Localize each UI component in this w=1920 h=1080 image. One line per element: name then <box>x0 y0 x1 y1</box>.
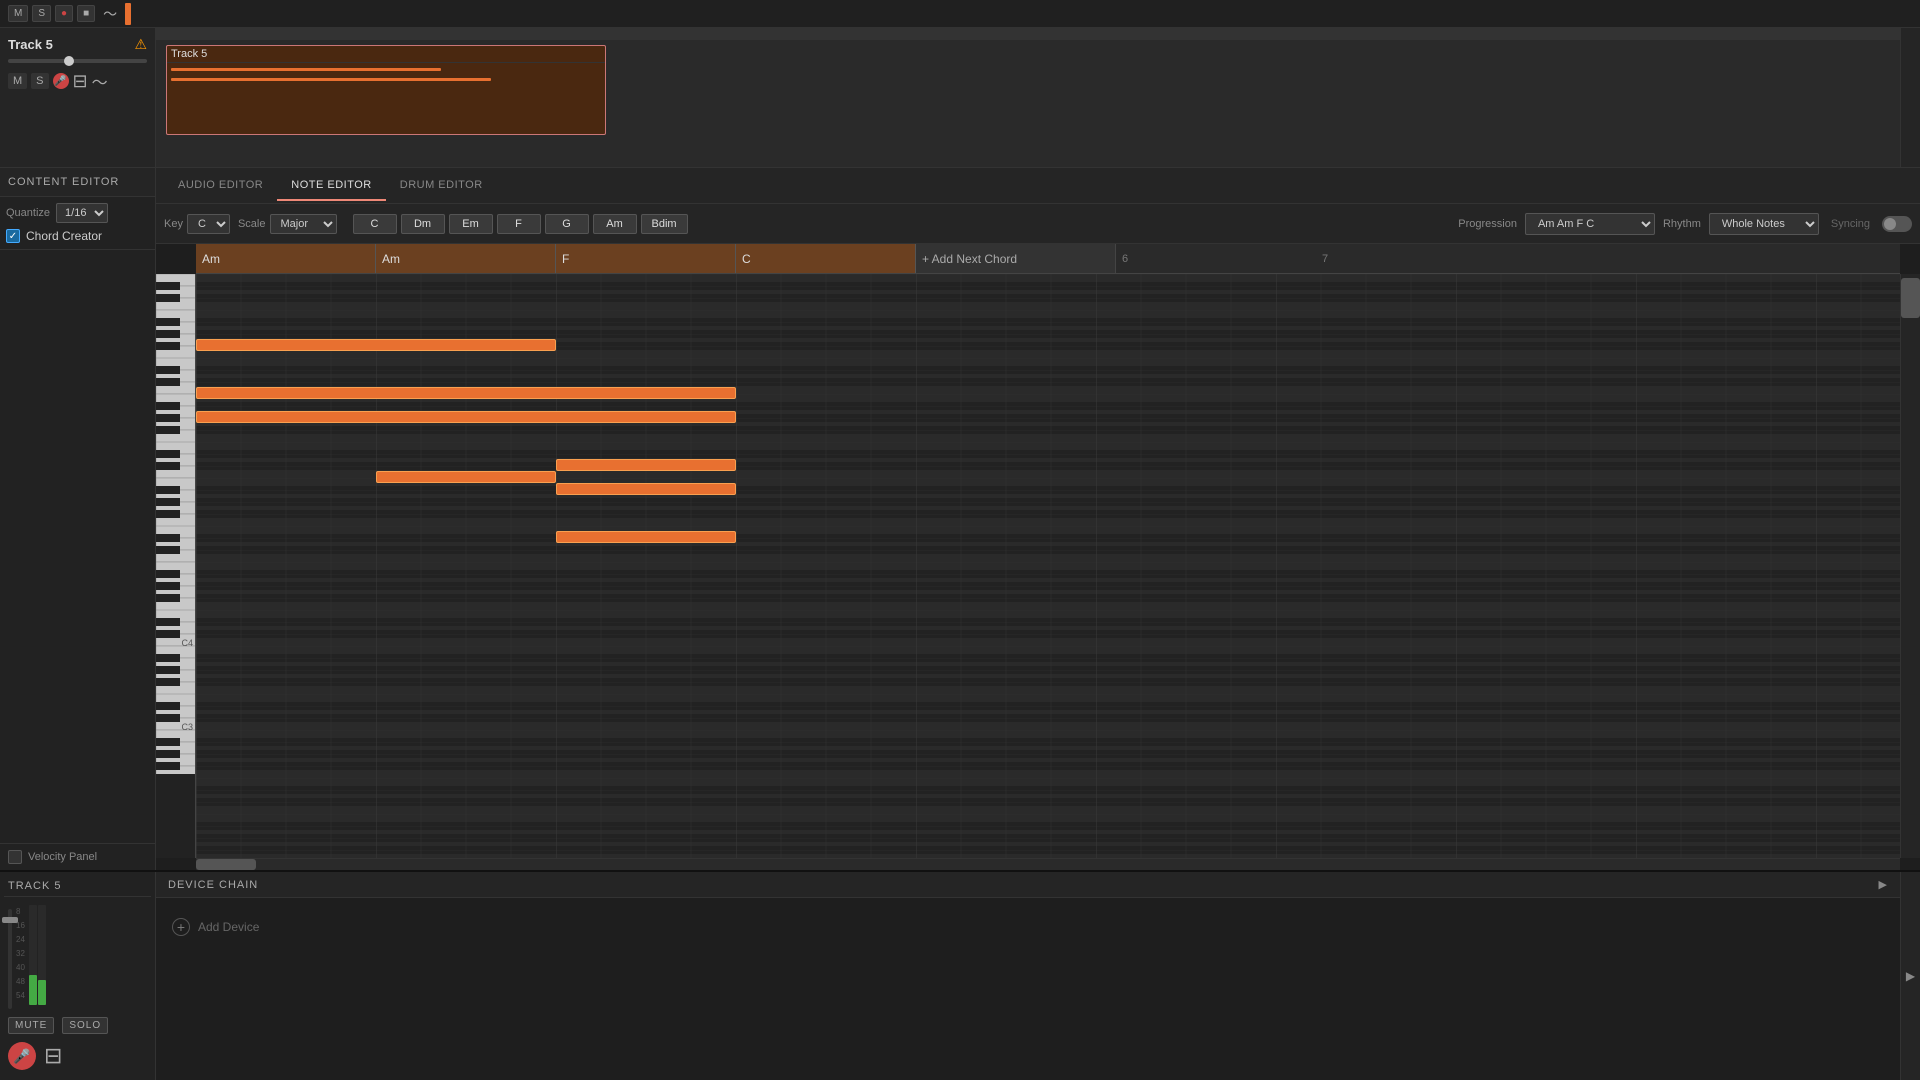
progression-label: Progression <box>1458 218 1517 230</box>
key-select[interactable]: CDEFGAB <box>187 214 230 234</box>
track-mic-icon: 🎤 <box>53 73 69 89</box>
device-chain-title: DEVICE CHAIN <box>168 879 258 891</box>
chord-block-c[interactable]: C <box>736 244 916 273</box>
track-eq-icon: ⊟ <box>73 71 88 92</box>
track-clip-label: Track 5 <box>167 46 605 63</box>
content-editor-header: CONTENT EDITOR <box>0 168 155 197</box>
s-button[interactable]: S <box>32 5 51 22</box>
piano-roll-hscroll[interactable] <box>196 858 1900 870</box>
track-volume-slider[interactable] <box>8 59 147 63</box>
track-clip[interactable]: Track 5 <box>166 45 606 135</box>
mute-button[interactable]: MUTE <box>8 1017 54 1034</box>
note-c-c3[interactable] <box>556 531 736 543</box>
quantize-select[interactable]: 1/16 1/8 1/4 <box>56 203 108 223</box>
key-label: Key <box>164 218 183 230</box>
grid-bg <box>196 274 1900 858</box>
chord-btn-g[interactable]: G <box>545 214 589 234</box>
eq-icon-large: ⊟ <box>44 1043 62 1069</box>
syncing-label: Syncing <box>1831 218 1870 230</box>
device-chain-expand[interactable]: ▶ <box>1879 878 1888 891</box>
device-chain-scroll-right[interactable]: ▶ <box>1900 872 1920 1080</box>
solo-button[interactable]: SOLO <box>62 1017 108 1034</box>
measure-6: 6 <box>1116 244 1316 273</box>
right-scroll-panel[interactable] <box>1900 274 1920 858</box>
piano-keys: C4 C3 <box>156 274 196 858</box>
add-device-label: Add Device <box>198 920 259 934</box>
note-c-e3[interactable] <box>556 483 736 495</box>
scale-select[interactable]: MajorMinorDorian <box>270 214 337 234</box>
chord-btn-c[interactable]: C <box>353 214 397 234</box>
volume-fader[interactable] <box>8 909 12 1009</box>
warning-icon: ⚠ <box>134 36 147 53</box>
quantize-label: Quantize <box>6 207 50 219</box>
track-name: Track 5 <box>8 37 53 52</box>
syncing-toggle[interactable] <box>1882 216 1912 232</box>
scale-label: Scale <box>238 218 266 230</box>
measure-7: 7 <box>1316 244 1516 273</box>
chord-btn-dm[interactable]: Dm <box>401 214 445 234</box>
note-f-a3[interactable] <box>376 471 556 483</box>
note-grid[interactable] <box>196 274 1900 858</box>
tab-note-editor[interactable]: NOTE EDITOR <box>277 171 385 201</box>
chord-block-am2[interactable]: Am <box>376 244 556 273</box>
track-s-btn[interactable]: S <box>31 73 48 89</box>
mic-icon-large: 🎤 <box>8 1042 36 1070</box>
tab-drum-editor[interactable]: DRUM EDITOR <box>386 171 497 201</box>
chord-block-am1[interactable]: Am <box>196 244 376 273</box>
note-am1-a3[interactable] <box>196 411 736 423</box>
chord-creator-checkbox[interactable] <box>6 229 20 243</box>
progression-select[interactable]: Am Am F C <box>1525 213 1655 235</box>
meter-bar-left <box>29 905 37 1005</box>
chord-btn-bdim[interactable]: Bdim <box>641 214 688 234</box>
chord-btn-f[interactable]: F <box>497 214 541 234</box>
chord-creator-label: Chord Creator <box>26 229 102 243</box>
track5-bottom-label: TRACK 5 <box>4 876 151 897</box>
chord-btn-em[interactable]: Em <box>449 214 493 234</box>
automation-icon: 〜 <box>103 4 117 24</box>
velocity-panel-checkbox[interactable] <box>8 850 22 864</box>
tab-audio-editor[interactable]: AUDIO EDITOR <box>164 171 277 201</box>
velocity-panel-label: Velocity Panel <box>28 851 97 863</box>
add-device-area[interactable]: + Add Device <box>156 898 1900 956</box>
m-button[interactable]: M <box>8 5 28 22</box>
rec-button[interactable]: ● <box>55 5 73 22</box>
track-m-btn[interactable]: M <box>8 73 27 89</box>
add-next-chord-btn[interactable]: + Add Next Chord <box>916 244 1116 273</box>
meter-bar-right <box>38 905 46 1005</box>
chord-btn-am[interactable]: Am <box>593 214 637 234</box>
chord-header: Am Am F C + Add Next Chord 6 7 <box>196 244 1900 274</box>
chord-block-f[interactable]: F <box>556 244 736 273</box>
track5-bottom-controls: TRACK 5 8 16 24 32 40 48 54 <box>0 872 156 1080</box>
stop-button[interactable]: ■ <box>77 5 95 22</box>
track-automation-icon: 〜 <box>92 69 108 93</box>
note-c-g3[interactable] <box>556 459 736 471</box>
note-am1-c4[interactable] <box>196 387 736 399</box>
rhythm-select[interactable]: Whole NotesHalf NotesQuarter Notes <box>1709 213 1819 235</box>
rhythm-label: Rhythm <box>1663 218 1701 230</box>
add-device-plus-icon: + <box>172 918 190 936</box>
note-am1-e4[interactable] <box>196 339 556 351</box>
